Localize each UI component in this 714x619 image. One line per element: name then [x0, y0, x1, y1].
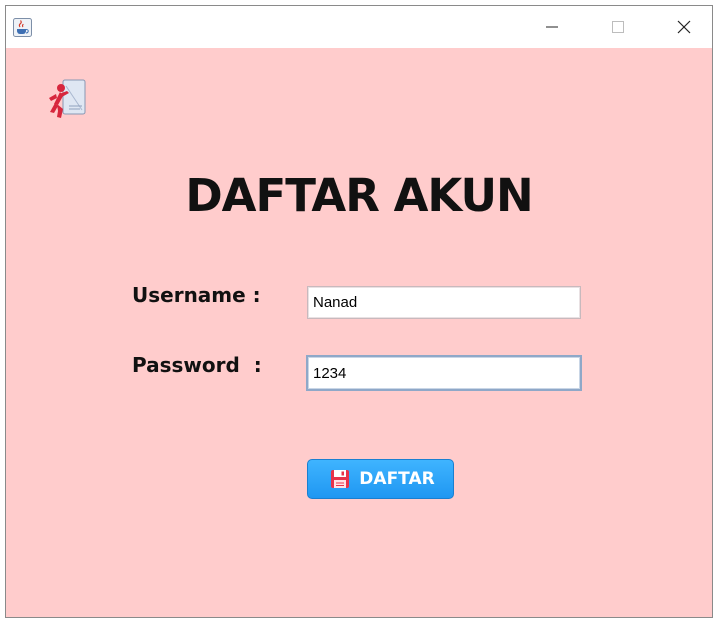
password-input[interactable]: [306, 355, 582, 391]
floppy-disk-icon: [331, 470, 350, 488]
daftar-button[interactable]: DAFTAR: [307, 459, 454, 499]
minimize-icon: [546, 26, 558, 28]
maximize-button[interactable]: [595, 6, 641, 48]
minimize-button[interactable]: [529, 6, 575, 48]
form-panel: DAFTAR AKUN Username : Password : DAFTAR: [6, 48, 712, 617]
username-label: Username :: [132, 283, 261, 307]
page-title: DAFTAR AKUN: [185, 169, 533, 222]
password-label: Password :: [132, 353, 262, 377]
java-icon: [13, 18, 32, 37]
app-window: DAFTAR AKUN Username : Password : DAFTAR: [5, 5, 713, 618]
maximize-icon: [612, 21, 624, 33]
close-button[interactable]: [661, 6, 707, 48]
username-input[interactable]: [307, 286, 581, 319]
title-bar[interactable]: [6, 6, 712, 48]
daftar-button-label: DAFTAR: [359, 469, 435, 489]
running-person-icon: [49, 79, 86, 118]
close-icon: [677, 20, 691, 34]
